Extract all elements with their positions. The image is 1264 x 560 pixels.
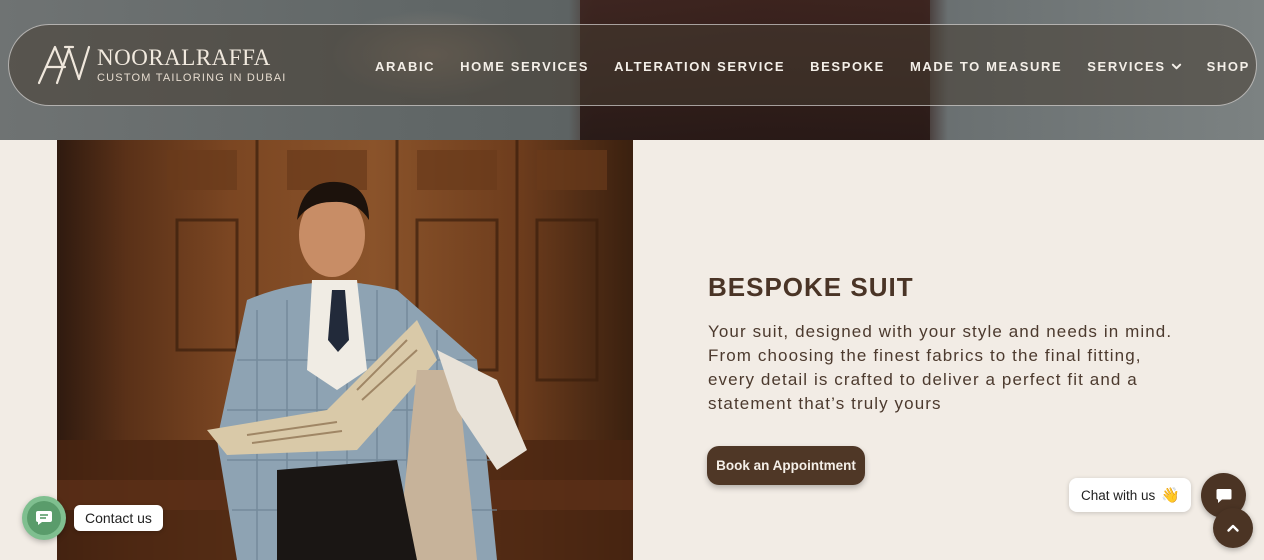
logo-monogram-icon xyxy=(37,45,91,85)
nav-item-shop[interactable]: SHOP xyxy=(1207,59,1250,74)
waving-hand-icon: 👋 xyxy=(1161,487,1180,504)
nav-label: SERVICES xyxy=(1087,58,1166,74)
nav-label: ALTERATION SERVICE xyxy=(614,58,786,74)
chat-with-us-bubble[interactable]: Chat with us 👋 xyxy=(1069,478,1191,512)
nav-label: ARABIC xyxy=(375,58,436,74)
nav-item-alteration-service[interactable]: ALTERATION SERVICE xyxy=(614,59,785,74)
site-header: NOORALRAFFA CUSTOM TAILORING IN DUBAI AR… xyxy=(8,24,1257,106)
hero-photo xyxy=(57,140,633,560)
main-nav: ARABIC HOME SERVICES ALTERATION SERVICE … xyxy=(375,25,1250,107)
nav-item-home-services[interactable]: HOME SERVICES xyxy=(460,59,589,74)
nav-label: BESPOKE xyxy=(810,58,885,74)
contact-us-button[interactable] xyxy=(22,496,66,540)
scroll-to-top-button[interactable] xyxy=(1213,508,1253,548)
nav-label: SHOP xyxy=(1206,58,1250,74)
section-description: Your suit, designed with your style and … xyxy=(708,322,1173,413)
nav-item-made-to-measure[interactable]: MADE TO MEASURE xyxy=(910,59,1062,74)
chat-with-us-text: Chat with us xyxy=(1081,487,1156,503)
nav-item-arabic[interactable]: ARABIC xyxy=(375,59,435,74)
site-logo[interactable]: NOORALRAFFA CUSTOM TAILORING IN DUBAI xyxy=(35,43,287,87)
book-appointment-label: Book an Appointment xyxy=(716,458,856,473)
contact-us-label[interactable]: Contact us xyxy=(74,505,163,531)
nav-item-services[interactable]: SERVICES xyxy=(1087,59,1181,74)
nav-label: MADE TO MEASURE xyxy=(909,58,1063,74)
chevron-up-icon xyxy=(1227,524,1239,532)
contact-us-text: Contact us xyxy=(85,510,152,526)
brand-tagline: CUSTOM TAILORING IN DUBAI xyxy=(97,72,287,84)
nav-item-bespoke[interactable]: BESPOKE xyxy=(810,59,885,74)
chevron-down-icon xyxy=(1171,63,1181,69)
message-square-icon xyxy=(1216,488,1231,503)
section-title: BESPOKE SUIT xyxy=(708,272,914,302)
chat-bubble-icon xyxy=(36,511,52,525)
nav-label: HOME SERVICES xyxy=(460,58,590,74)
book-appointment-button[interactable]: Book an Appointment xyxy=(707,446,865,485)
brand-name: NOORALRAFFA xyxy=(97,45,271,70)
